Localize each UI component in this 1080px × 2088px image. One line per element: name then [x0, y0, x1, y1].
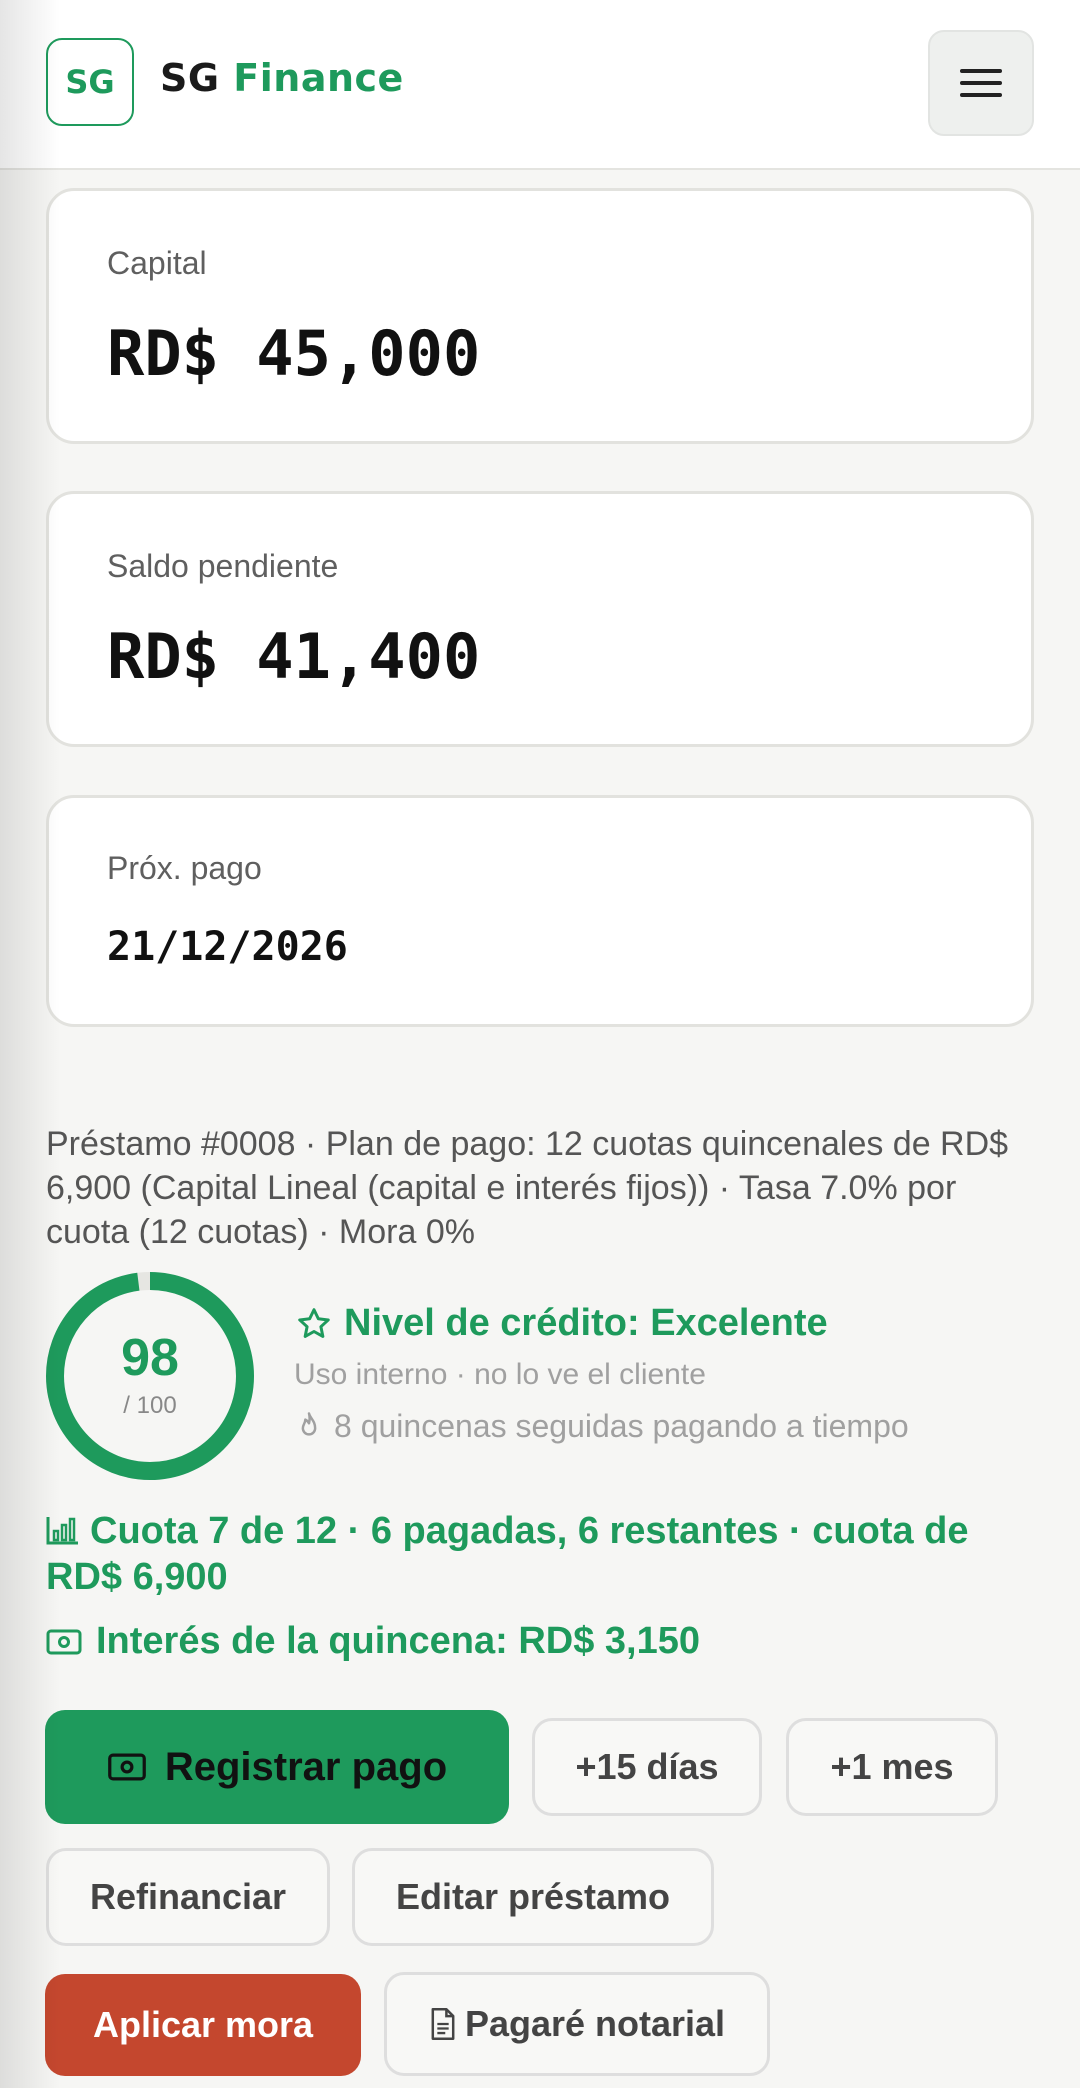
payment-streak-text: 8 quincenas seguidas pagando a tiempo — [334, 1408, 909, 1444]
register-payment-button[interactable]: Registrar pago — [45, 1710, 509, 1824]
flame-icon — [301, 1411, 317, 1436]
extend-1-month-button[interactable]: +1 mes — [786, 1718, 998, 1816]
cash-icon — [46, 1629, 82, 1654]
capital-label: Capital — [107, 245, 207, 281]
credit-level-text: Nivel de crédito: Excelente — [344, 1302, 828, 1344]
saldo-value: RD$ 41,400 — [107, 620, 481, 693]
app-header: SG SG Finance — [0, 0, 1080, 170]
apply-late-fee-button[interactable]: Aplicar mora — [45, 1974, 361, 2076]
cash-icon — [107, 1753, 146, 1781]
register-payment-label: Registrar pago — [164, 1744, 448, 1789]
logo[interactable]: SG — [46, 38, 134, 126]
extend-15-days-button[interactable]: +15 días — [532, 1718, 762, 1816]
menu-button[interactable] — [928, 30, 1034, 136]
capital-value: RD$ 45,000 — [107, 317, 481, 390]
installment-progress-text: Cuota 7 de 12 · 6 pagadas, 6 restantes ·… — [46, 1510, 969, 1598]
brand-name: SG Finance — [160, 56, 404, 100]
brand-prefix: SG — [160, 56, 220, 100]
brand-suffix: Finance — [233, 56, 404, 100]
document-icon — [431, 2008, 455, 2040]
next-payment-card: Próx. pago 21/12/2026 — [46, 795, 1034, 1027]
capital-card: Capital RD$ 45,000 — [46, 188, 1034, 444]
hamburger-menu-icon — [960, 69, 1002, 73]
credit-level-title: Nivel de crédito: Excelente — [296, 1302, 828, 1345]
star-icon — [298, 1307, 330, 1338]
saldo-label: Saldo pendiente — [107, 548, 339, 584]
fortnight-interest-text: Interés de la quincena: RD$ 3,150 — [96, 1620, 701, 1662]
refinance-button[interactable]: Refinanciar — [46, 1848, 330, 1946]
promissory-note-label: Pagaré notarial — [464, 2003, 726, 2044]
next-payment-label: Próx. pago — [107, 850, 262, 886]
next-payment-value: 21/12/2026 — [107, 924, 348, 970]
score-max: / 100 — [123, 1392, 177, 1419]
score-value: 98 — [121, 1329, 179, 1387]
payment-streak: 8 quincenas seguidas pagando a tiempo — [294, 1408, 909, 1445]
installment-progress: Cuota 7 de 12 · 6 pagadas, 6 restantes ·… — [46, 1508, 1036, 1600]
promissory-note-button[interactable]: Pagaré notarial — [384, 1972, 770, 2076]
bar-chart-icon — [46, 1517, 78, 1545]
loan-description: Préstamo #0008 · Plan de pago: 12 cuotas… — [46, 1125, 1009, 1251]
credit-level-note: Uso interno · no lo ve el cliente — [294, 1358, 706, 1391]
fortnight-interest: Interés de la quincena: RD$ 3,150 — [46, 1620, 700, 1663]
edit-loan-button[interactable]: Editar préstamo — [352, 1848, 714, 1946]
saldo-card: Saldo pendiente RD$ 41,400 — [46, 491, 1034, 747]
